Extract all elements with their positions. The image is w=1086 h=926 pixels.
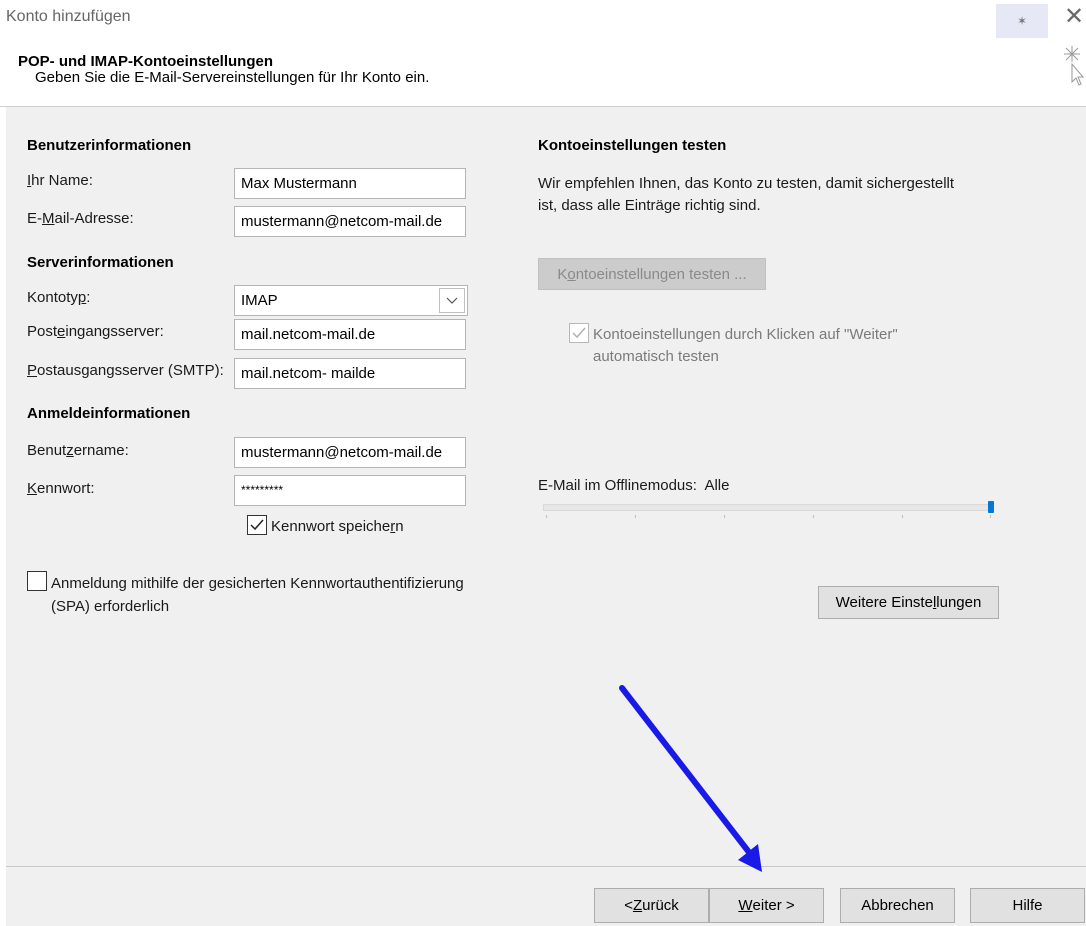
close-icon[interactable]: ✕ <box>1061 2 1086 32</box>
account-type-label: Kontotyp: <box>27 289 91 306</box>
offline-slider-thumb[interactable] <box>988 501 994 513</box>
slider-tick <box>546 515 547 518</box>
account-type-select[interactable]: IMAP <box>234 285 468 316</box>
email-label: E-Mail-Adresse: <box>27 210 134 227</box>
email-input[interactable]: mustermann@netcom-mail.de <box>234 206 466 237</box>
server-info-heading: Serverinformationen <box>27 254 174 271</box>
offline-mode-label: E-Mail im Offlinemodus: Alle <box>538 477 730 494</box>
remember-password-checkbox[interactable] <box>247 515 267 535</box>
user-info-heading: Benutzerinformationen <box>27 137 192 154</box>
account-type-value: IMAP <box>241 292 278 309</box>
outgoing-server-label: Postausgangsserver (SMTP): <box>27 362 224 379</box>
slider-tick <box>990 515 991 518</box>
login-info-heading: Anmeldeinformationen <box>27 405 191 422</box>
pin-button[interactable]: ✶ <box>996 4 1048 38</box>
more-settings-button[interactable]: Weitere Einste l lungen <box>818 586 999 619</box>
password-input[interactable]: ********* <box>234 475 466 506</box>
slider-tick <box>635 515 636 518</box>
slider-tick <box>724 515 725 518</box>
remember-password-label[interactable]: Kennwort speichern <box>271 518 404 535</box>
next-button[interactable]: Weiter > <box>709 888 824 923</box>
cancel-button[interactable]: Abbrechen <box>840 888 955 923</box>
page-subtitle: Geben Sie die E-Mail-Servereinstellungen… <box>35 69 430 86</box>
slider-tick <box>902 515 903 518</box>
annotation-arrow <box>619 685 762 872</box>
spa-label[interactable]: Anmeldung mithilfe der gesicherten Kennw… <box>51 572 464 618</box>
password-label: Kennwort: <box>27 480 95 497</box>
window-title: Konto hinzufügen <box>6 8 131 25</box>
help-button[interactable]: Hilfe <box>970 888 1085 923</box>
cursor-icon <box>1063 44 1085 86</box>
chevron-down-icon[interactable] <box>439 288 465 313</box>
test-description: Wir empfehlen Ihnen, das Konto zu testen… <box>538 175 955 214</box>
back-button[interactable]: < Zurück <box>594 888 709 923</box>
username-input[interactable]: mustermann@netcom-mail.de <box>234 437 466 468</box>
incoming-server-input[interactable]: mail.netcom-mail.de <box>234 319 466 350</box>
test-heading: Kontoeinstellungen testen <box>538 137 727 154</box>
page-title: POP- und IMAP-Kontoeinstellungen <box>18 53 273 70</box>
auto-test-checkbox[interactable] <box>569 323 589 343</box>
auto-test-label[interactable]: Kontoeinstellungen durch Klicken auf "We… <box>593 324 898 368</box>
checkmark-icon <box>250 519 264 531</box>
offline-slider-track[interactable] <box>543 504 991 511</box>
slider-tick <box>813 515 814 518</box>
spa-checkbox[interactable] <box>27 571 47 591</box>
outgoing-server-input[interactable]: mail.netcom- mailde <box>234 358 466 389</box>
offline-mode-value: Alle <box>704 477 730 494</box>
name-input[interactable]: Max Mustermann <box>234 168 466 199</box>
username-label: Benutzername: <box>27 442 129 459</box>
pin-icon: ✶ <box>1016 14 1028 28</box>
checkmark-icon <box>572 327 586 339</box>
test-settings-button[interactable]: Ko ntoeinstellungen testen ... <box>538 258 766 290</box>
incoming-server-label: Posteingangsserver: <box>27 323 164 340</box>
name-label: Ihr Name: <box>27 172 93 189</box>
